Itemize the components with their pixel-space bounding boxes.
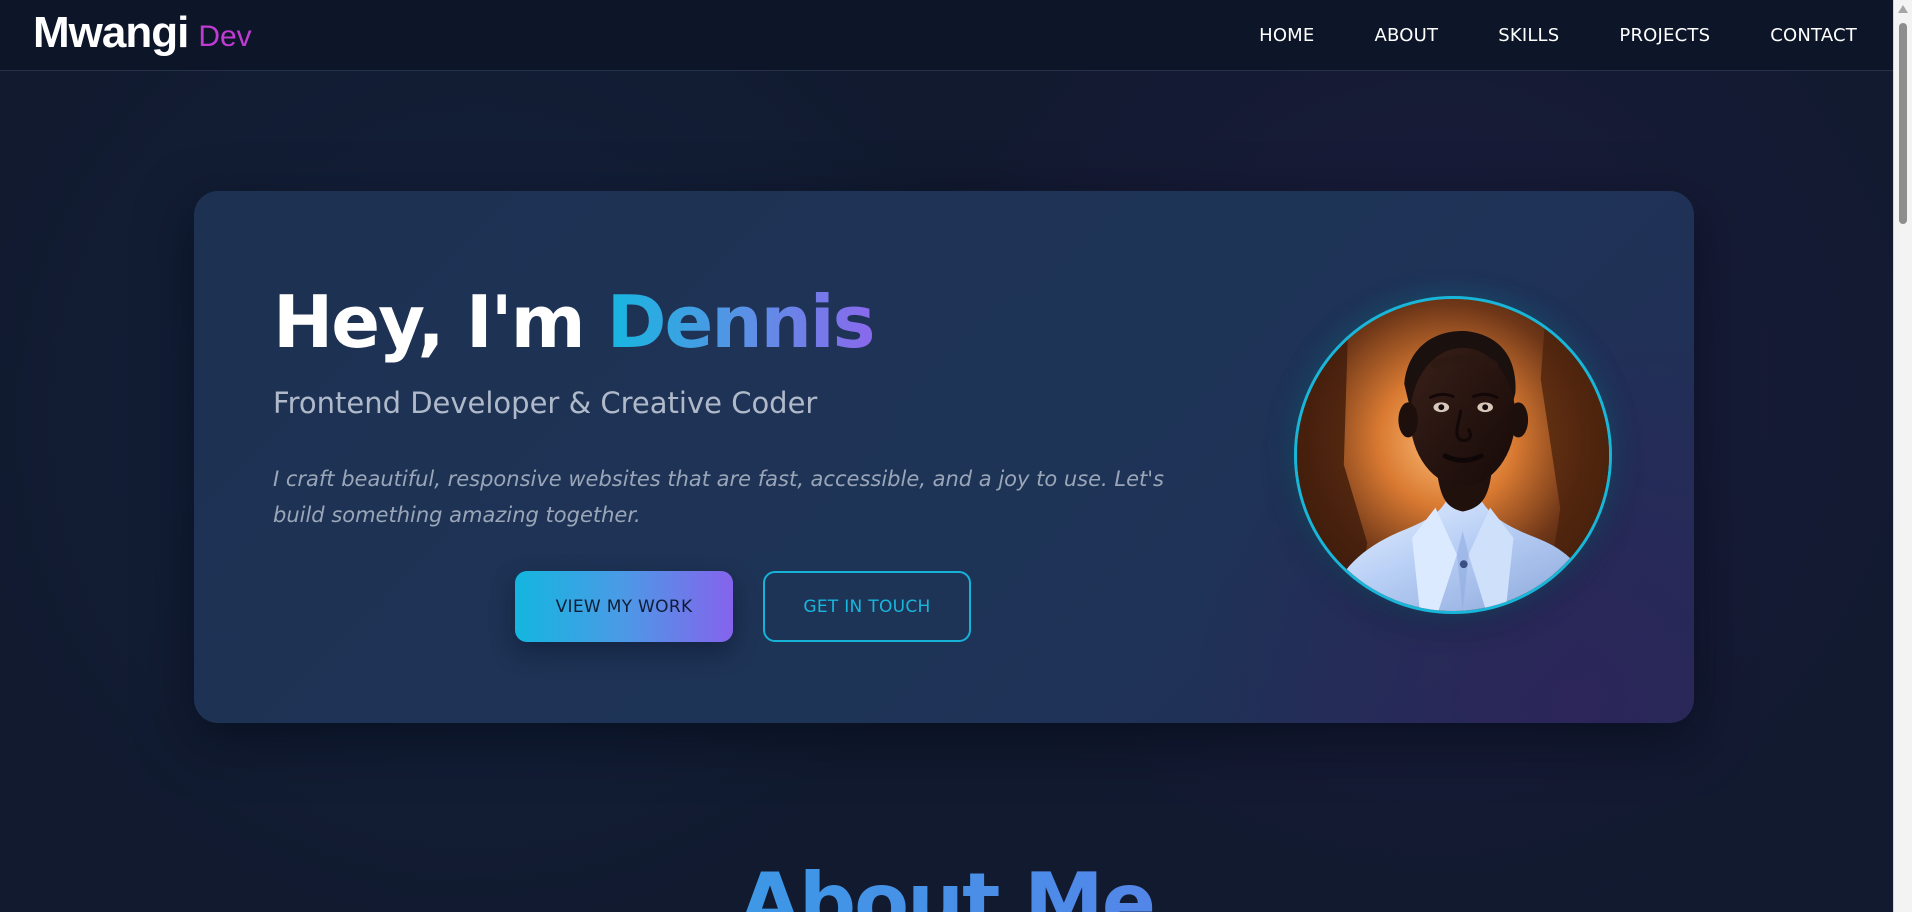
about-section-title: About Me bbox=[0, 858, 1893, 912]
page-scrollbar[interactable] bbox=[1893, 0, 1912, 912]
hero-subtitle: Frontend Developer & Creative Coder bbox=[273, 386, 818, 420]
hero-greeting: Hey, I'm bbox=[273, 280, 607, 364]
nav-home-link[interactable]: HOME bbox=[1259, 25, 1314, 46]
nav-skills-link[interactable]: SKILLS bbox=[1498, 25, 1559, 46]
main-navigation: HOME ABOUT SKILLS PROJECTS CONTACT bbox=[1199, 0, 1857, 71]
nav-projects-link[interactable]: PROJECTS bbox=[1619, 25, 1710, 46]
view-my-work-button[interactable]: VIEW MY WORK bbox=[515, 571, 733, 642]
profile-photo-frame bbox=[1294, 296, 1612, 614]
get-in-touch-button[interactable]: GET IN TOUCH bbox=[763, 571, 971, 642]
profile-photo bbox=[1297, 299, 1609, 611]
top-navigation-bar: Mwangi Dev HOME ABOUT SKILLS PROJECTS CO… bbox=[0, 0, 1893, 71]
nav-about-link[interactable]: ABOUT bbox=[1375, 25, 1439, 46]
scrollbar-thumb[interactable] bbox=[1899, 23, 1907, 224]
hero-heading: Hey, I'm Dennis bbox=[273, 280, 876, 364]
hero-name: Dennis bbox=[606, 280, 876, 364]
hero-bio: I craft beautiful, responsive websites t… bbox=[273, 467, 1164, 527]
nav-contact-link[interactable]: CONTACT bbox=[1770, 25, 1857, 46]
scroll-up-arrow-icon[interactable] bbox=[1898, 5, 1908, 13]
logo-suffix: Dev bbox=[198, 20, 252, 53]
portfolio-page: Mwangi Dev HOME ABOUT SKILLS PROJECTS CO… bbox=[0, 0, 1912, 912]
site-logo[interactable]: Mwangi Dev bbox=[33, 8, 252, 62]
hero-card: Hey, I'm Dennis Frontend Developer & Cre… bbox=[194, 191, 1694, 723]
logo-name: Mwangi bbox=[33, 8, 189, 57]
